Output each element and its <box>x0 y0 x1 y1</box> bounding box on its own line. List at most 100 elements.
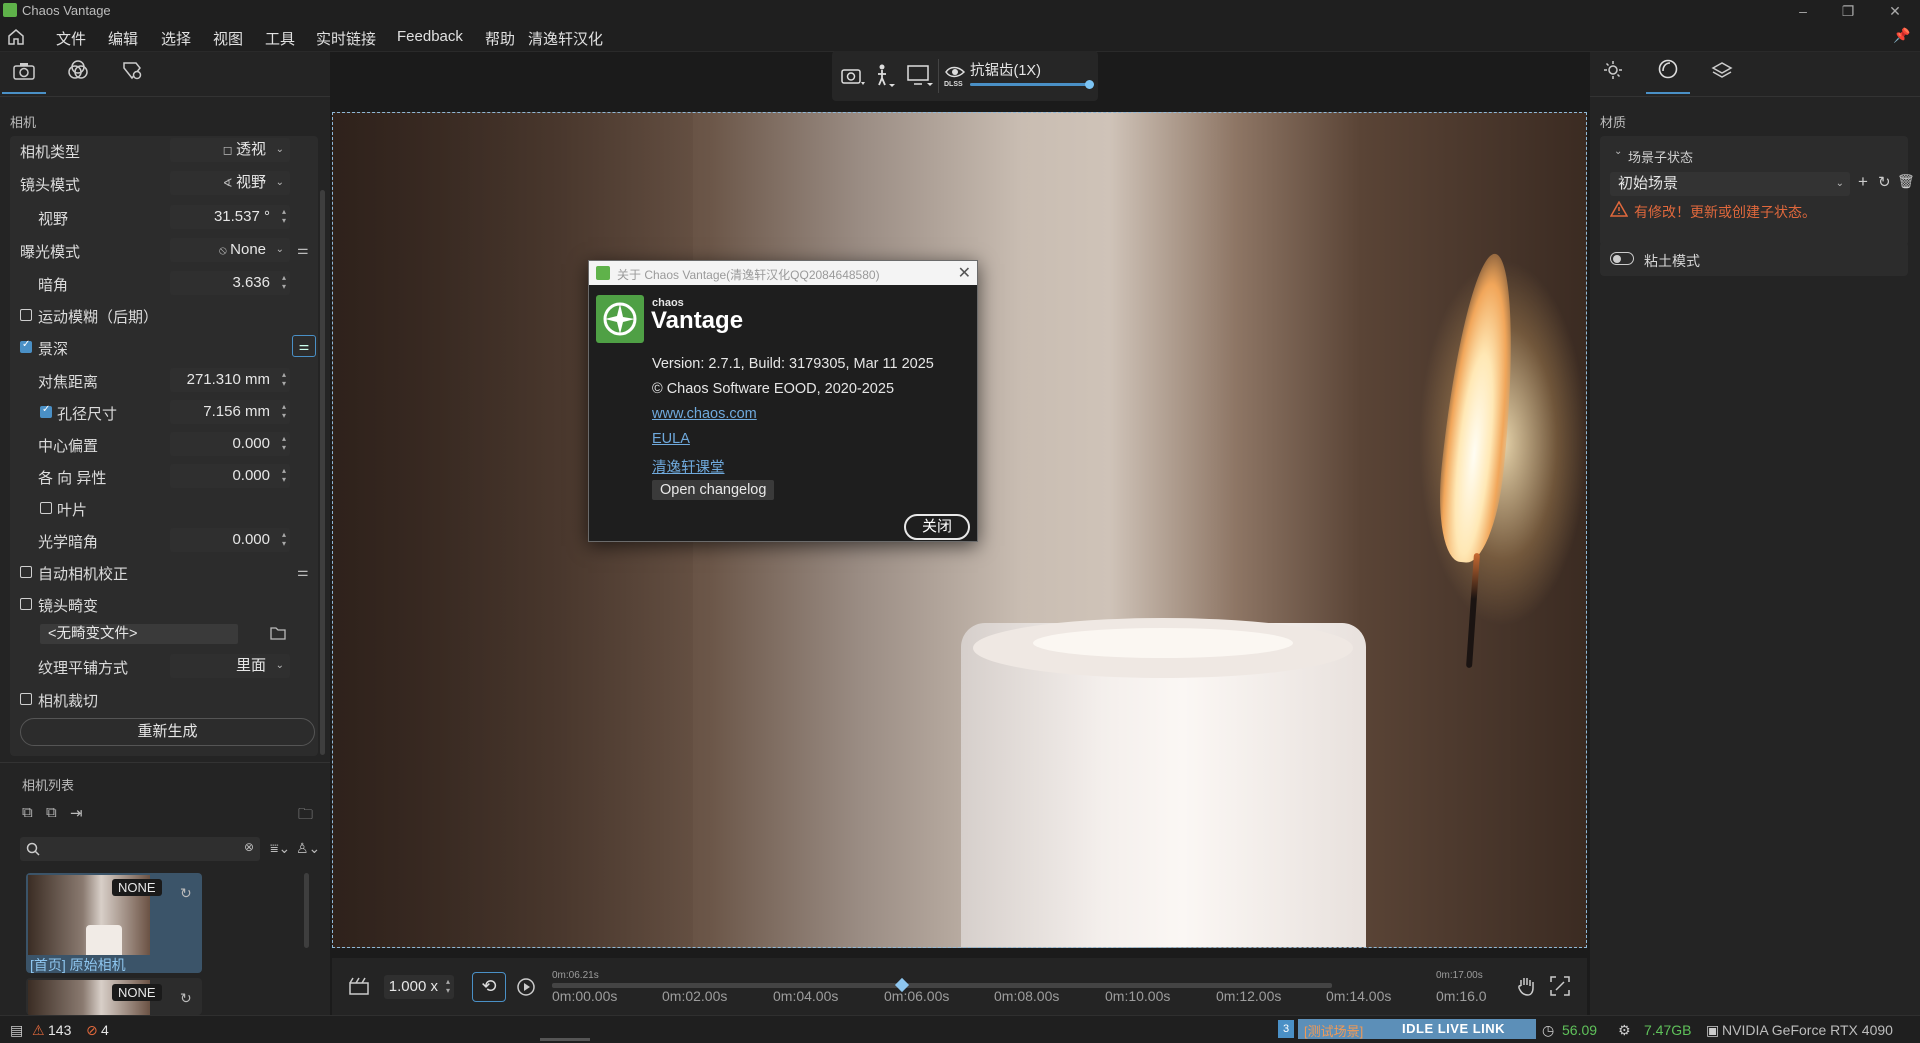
camera-crop-checkbox[interactable] <box>20 693 32 705</box>
menu-tools[interactable]: 工具 <box>265 28 295 49</box>
restore-button[interactable]: ❐ <box>1837 1 1859 21</box>
aperture-input[interactable]: 7.156 mm ▴ ▾ <box>170 400 290 424</box>
auto-correct-checkbox[interactable] <box>20 566 32 578</box>
spinner-icon[interactable]: ▴ ▾ <box>282 530 286 548</box>
focus-distance-input[interactable]: 271.310 mm ▴ ▾ <box>170 368 290 392</box>
clapperboard-icon[interactable] <box>348 976 370 996</box>
clay-mode-toggle[interactable] <box>1610 252 1634 265</box>
optical-vignette-input[interactable]: 0.000 ▴ ▾ <box>170 528 290 552</box>
folder-icon[interactable] <box>270 626 286 640</box>
menu-help[interactable]: 帮助 <box>485 28 515 49</box>
antialiasing-slider[interactable] <box>970 80 1094 89</box>
warning-icon[interactable]: ⚠ <box>32 1022 45 1039</box>
menu-feedback[interactable]: Feedback <box>397 28 463 45</box>
loop-icon[interactable]: ⟲ <box>472 972 506 1002</box>
pin-icon[interactable]: 📌 <box>1893 27 1910 44</box>
material-tab-icon[interactable] <box>1646 54 1690 94</box>
dof-settings-icon[interactable]: ⚌ <box>292 335 316 357</box>
home-icon[interactable] <box>6 27 26 47</box>
spinner-icon[interactable]: ▴ ▾ <box>282 370 286 388</box>
camera-card[interactable]: NONE ↻ [首页] 原始相机 <box>26 873 202 973</box>
import-camera-icon[interactable]: ⇥ <box>70 804 83 822</box>
spinner-icon[interactable]: ▴ ▾ <box>446 977 450 995</box>
display-icon[interactable] <box>906 64 934 88</box>
hand-pan-icon[interactable] <box>1514 974 1538 998</box>
close-window-button[interactable]: ✕ <box>1884 1 1906 21</box>
play-icon[interactable] <box>516 977 536 997</box>
regenerate-button[interactable]: 重新生成 <box>20 718 315 746</box>
spinner-icon[interactable]: ▴ ▾ <box>282 402 286 420</box>
minimize-button[interactable]: – <box>1792 1 1814 21</box>
scene-state-select[interactable]: 初始场景 ⌄ <box>1610 172 1850 196</box>
spinner-icon[interactable]: ▴ ▾ <box>282 466 286 484</box>
menu-view[interactable]: 视图 <box>213 28 243 49</box>
menu-live-link[interactable]: 实时链接 <box>316 28 376 49</box>
auto-correct-settings-icon[interactable]: ⚌ <box>297 564 309 580</box>
log-icon[interactable]: ▤ <box>10 1022 23 1039</box>
aperture-checkbox[interactable] <box>40 404 52 418</box>
dof-checkbox[interactable] <box>20 339 32 353</box>
menu-file[interactable]: 文件 <box>56 28 86 49</box>
user-filter-icon[interactable]: ♙⌄ <box>296 840 320 857</box>
about-close-button[interactable]: 关闭 <box>904 514 970 540</box>
antialiasing-slider-handle[interactable] <box>1085 80 1094 89</box>
walk-mode-icon[interactable] <box>874 63 896 89</box>
error-icon[interactable]: ⊘ <box>86 1022 98 1039</box>
lens-distortion-checkbox[interactable] <box>20 598 32 610</box>
delete-state-icon[interactable]: 🗑 <box>1897 173 1915 190</box>
playback-speed-input[interactable]: 1.000 x ▴ ▾ <box>384 975 454 999</box>
update-state-icon[interactable]: ↻ <box>1878 173 1891 191</box>
texture-tiling-value: 里面 <box>235 657 266 674</box>
motion-blur-checkbox[interactable] <box>20 309 32 321</box>
optical-vignette-value: 0.000 <box>232 531 270 548</box>
texture-tiling-select[interactable]: 里面 ⌄ <box>170 654 290 678</box>
add-state-icon[interactable]: + <box>1858 172 1868 192</box>
left-panel-scrollbar[interactable] <box>320 190 325 755</box>
blades-checkbox[interactable] <box>40 502 52 514</box>
close-icon[interactable]: ✕ <box>958 263 971 283</box>
chevron-down-icon[interactable]: ⌄ <box>1614 146 1622 157</box>
chaos-website-link[interactable]: www.chaos.com <box>652 406 757 422</box>
open-changelog-button[interactable]: Open changelog <box>652 480 775 500</box>
live-link-status[interactable]: [测试场景] IDLE LIVE LINK <box>1298 1019 1536 1039</box>
camera-search-input[interactable]: ⊗ <box>20 837 260 861</box>
resize-handle[interactable] <box>540 1038 590 1041</box>
environment-tab-icon[interactable] <box>1592 54 1636 94</box>
classroom-link[interactable]: 清逸轩课堂 <box>652 456 725 477</box>
refresh-icon[interactable]: ↻ <box>180 885 192 902</box>
app-logo-icon <box>3 3 17 17</box>
camera-type-select[interactable]: ◻ 透视 ⌄ <box>170 138 290 162</box>
lens-mode-select[interactable]: ∢ 视野 ⌄ <box>170 171 290 195</box>
spinner-icon[interactable]: ▴ ▾ <box>282 207 286 225</box>
fov-input[interactable]: 31.537 ° ▴ ▾ <box>170 205 290 229</box>
duplicate-camera-icon[interactable]: ⧉ <box>46 804 57 821</box>
menu-localization[interactable]: 清逸轩汉化 <box>528 28 603 49</box>
clay-mode-label: 粘土模式 <box>1644 253 1700 269</box>
exposure-select[interactable]: ⦸ None ⌄ <box>170 238 290 262</box>
scene-settings-tab-icon[interactable] <box>110 54 154 94</box>
render-settings-tab-icon[interactable] <box>1700 54 1744 94</box>
new-folder-icon[interactable]: 🗀 <box>298 804 313 829</box>
center-bias-input[interactable]: 0.000 ▴ ▾ <box>170 432 290 456</box>
errors-count: 4 <box>101 1022 109 1038</box>
camera-tab-icon[interactable] <box>2 54 46 94</box>
exposure-settings-icon[interactable]: ⚌ <box>297 242 309 258</box>
anisotropy-input[interactable]: 0.000 ▴ ▾ <box>170 464 290 488</box>
eula-link[interactable]: EULA <box>652 431 690 447</box>
clear-search-icon[interactable]: ⊗ <box>244 840 254 854</box>
effects-tab-icon[interactable] <box>56 54 100 94</box>
add-camera-icon[interactable]: ⧉ <box>22 804 33 821</box>
camera-card[interactable]: NONE ↻ <box>26 978 202 1015</box>
spinner-icon[interactable]: ▴ ▾ <box>282 434 286 452</box>
screenshot-icon[interactable] <box>840 65 866 87</box>
spinner-icon[interactable]: ▴ ▾ <box>282 273 286 291</box>
menu-edit[interactable]: 编辑 <box>108 28 138 49</box>
fit-view-icon[interactable] <box>1548 974 1572 998</box>
menu-select[interactable]: 选择 <box>161 28 191 49</box>
distortion-file-field[interactable]: <无畸变文件> <box>40 624 238 644</box>
refresh-icon[interactable]: ↻ <box>180 990 192 1007</box>
camera-badge: NONE <box>112 984 162 1001</box>
camera-list-scrollbar[interactable] <box>304 873 309 948</box>
filter-icon[interactable]: ⩸⌄ <box>270 840 290 857</box>
vignette-input[interactable]: 3.636 ▴ ▾ <box>170 271 290 295</box>
